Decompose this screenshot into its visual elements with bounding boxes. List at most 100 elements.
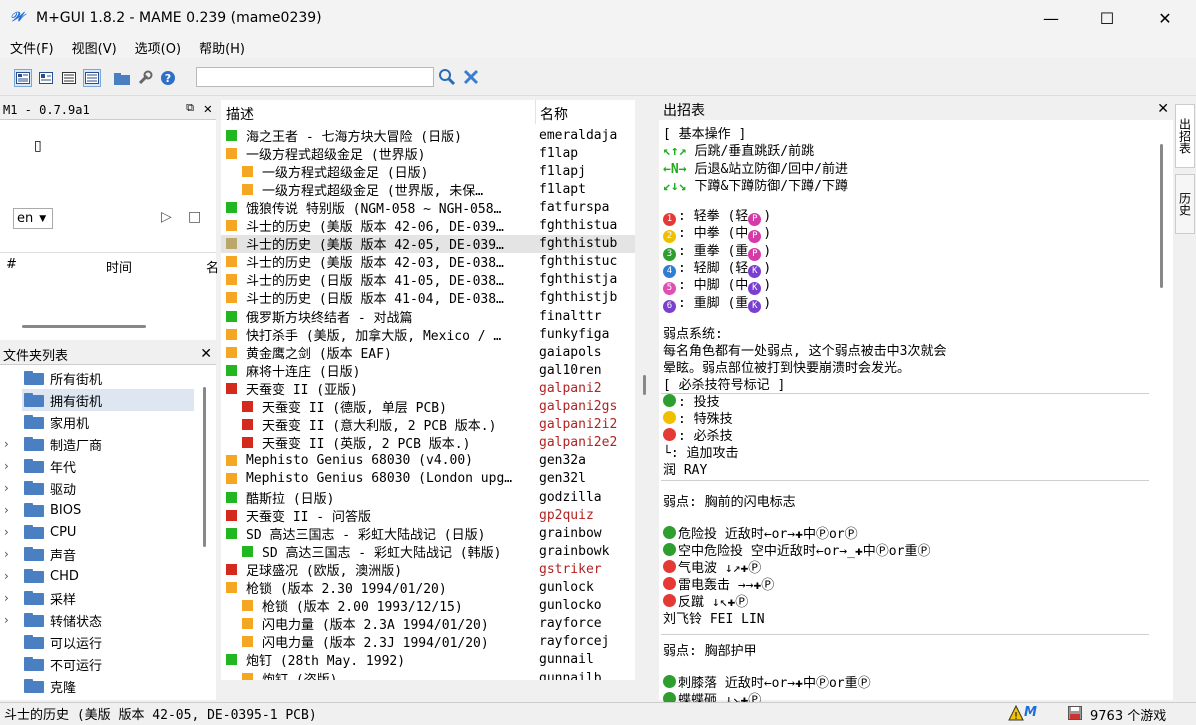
expand-arrow-icon[interactable]: › [4,613,20,627]
settings-wrench-icon[interactable] [136,69,154,87]
expand-arrow-icon[interactable]: › [4,569,20,583]
game-row[interactable]: 斗士的历史 (美版 版本 42-05, DE-039… fghthistub [221,234,635,253]
game-row[interactable]: 海之王者 - 七海方块大冒险 (日版) emeraldaja [221,126,635,145]
game-row[interactable]: 黄金鹰之剑 (版本 EAF) gaiapols [221,343,635,362]
minimize-button[interactable]: — [1022,0,1080,36]
game-row[interactable]: 快打杀手 (美版, 加拿大版, Mexico / … funkyfiga [221,325,635,344]
list-view-icon[interactable] [60,69,78,87]
help-icon[interactable]: ? [159,69,177,87]
game-row[interactable]: 足球盛况 (欧版, 澳洲版) gstriker [221,560,635,579]
search-input[interactable] [196,67,434,87]
col-time-header[interactable]: 时间 [106,257,132,276]
folder-item[interactable]: › BIOS [0,499,200,521]
game-row[interactable]: 斗士的历史 (日版 版本 41-05, DE-038… fghthistja [221,271,635,289]
details-view-icon[interactable] [14,69,32,87]
folder-item[interactable]: 可以运行 [0,631,200,653]
game-row[interactable]: Mephisto Genius 68030 (London upg… gen32l [221,470,635,488]
expand-arrow-icon[interactable]: › [4,459,20,473]
close-button[interactable]: ✕ [1136,0,1194,36]
play-icon[interactable]: ▷ [161,209,172,225]
folder-item[interactable]: 拥有街机 [22,389,194,411]
menu-help[interactable]: 帮助(H) [199,38,245,57]
col-description-header[interactable]: 描述 [226,104,254,124]
folder-list-scrollbar[interactable] [203,387,206,547]
large-icon-view-icon[interactable] [37,69,55,87]
game-romname: fatfurspa [539,199,610,215]
m1-panel-close-icon[interactable]: ✕ [204,101,212,117]
game-row[interactable]: 炮钉 (28th May. 1992) gunnail [221,651,635,669]
expand-arrow-icon[interactable]: › [4,503,20,517]
game-row[interactable]: 天蚕变 II (意大利版, 2 PCB 版本.) galpani2i2 [221,416,635,434]
game-row[interactable]: 炮钉 (盗版) gunnailb [221,669,635,680]
folder-item[interactable]: › 声音 [0,543,200,565]
moves-scrollbar[interactable] [1160,144,1163,288]
expand-arrow-icon[interactable]: › [4,547,20,561]
game-description: 天蚕变 II (意大利版, 2 PCB 版本.) [262,419,497,435]
track-list-hscroll[interactable] [22,325,146,328]
game-row[interactable]: 一级方程式超级金足 (日版) f1lapj [221,162,635,181]
folder-item[interactable]: › 年代 [0,455,200,477]
moves-close-icon[interactable]: ✕ [1157,101,1169,117]
expand-arrow-icon[interactable]: › [4,481,20,495]
game-row[interactable]: 天蚕变 II (亚版) galpani2 [221,379,635,398]
game-row[interactable]: 斗士的历史 (日版 版本 41-04, DE-038… fghthistjb [221,289,635,307]
game-row[interactable]: 天蚕变 II (英版, 2 PCB 版本.) galpani2e2 [221,434,635,452]
col-name-header[interactable]: 名称 [540,104,568,124]
game-row[interactable]: 闪电力量 (版本 2.3J 1994/01/20) rayforcej [221,633,635,651]
stop-icon[interactable]: □ [188,209,201,225]
folder-item[interactable]: › 采样 [0,587,200,609]
folder-item[interactable]: › CPU [0,521,200,543]
menu-view[interactable]: 视图(V) [72,38,117,57]
folder-icon[interactable] [113,69,131,87]
splitter-handle[interactable] [643,375,646,395]
title-bar: 𝒲 M+GUI 1.8.2 - MAME 0.239 (mame0239) — … [0,0,1196,36]
game-description: 闪电力量 (版本 2.3A 1994/01/20) [262,618,489,634]
game-row[interactable]: 一级方程式超级金足 (世界版, 未保… f1lapt [221,180,635,199]
game-row[interactable]: 枪锁 (版本 2.00 1993/12/15) gunlocko [221,597,635,615]
undock-icon[interactable]: ⧉ [186,101,194,115]
game-row[interactable]: Mephisto Genius 68030 (v4.00) gen32a [221,452,635,470]
game-row[interactable]: 天蚕变 II - 问答版 gp2quiz [221,506,635,525]
menu-options[interactable]: 选项(O) [135,38,181,57]
direction-text: 后退&站立防御/回中/前进 [694,161,848,177]
game-row[interactable]: 枪锁 (版本 2.30 1994/01/20) gunlock [221,579,635,597]
game-row[interactable]: 酷斯拉 (日版) godzilla [221,488,635,507]
folder-panel-close-icon[interactable]: ✕ [200,346,212,362]
folder-item[interactable]: › 制造厂商 [0,433,200,455]
folder-item[interactable]: 克隆 [0,675,200,697]
folder-item[interactable]: › CHD [0,565,200,587]
col-extra-header[interactable]: 名 [206,257,219,276]
expand-arrow-icon[interactable]: › [4,437,20,451]
game-row[interactable]: 天蚕变 II (德版, 单层 PCB) galpani2gs [221,398,635,416]
game-row[interactable]: 斗士的历史 (美版 版本 42-03, DE-038… fghthistuc [221,253,635,271]
left-pane: M1 - 0.7.9a1 ⧉ ✕ ▯ en ▼ ▷ □ # 时间 名 文件夹列表… [0,100,219,700]
game-row[interactable]: 闪电力量 (版本 2.3A 1994/01/20) rayforce [221,615,635,633]
game-row[interactable]: 斗士的历史 (美版 版本 42-06, DE-039… fghthistua [221,217,635,235]
expand-arrow-icon[interactable]: › [4,525,20,539]
language-select[interactable]: en ▼ [13,208,53,229]
game-romname: rayforcej [539,634,610,650]
folder-item[interactable]: › 转储状态 [0,609,200,631]
folder-item[interactable]: 不可运行 [0,653,200,675]
col-number-header[interactable]: # [6,257,17,272]
game-row[interactable]: SD 高达三国志 - 彩虹大陆战记 (韩版) grainbowk [221,542,635,561]
grouped-view-icon[interactable] [83,69,101,87]
magnifier-icon[interactable] [438,68,456,86]
column-divider[interactable] [535,100,536,124]
game-description: 足球盛况 (欧版, 澳洲版) [246,563,403,579]
game-row[interactable]: 饿狼传说 特别版 (NGM-058 ~ NGH-058… fatfurspa [221,198,635,217]
folder-item[interactable]: 所有街机 [0,367,200,389]
tab-moves[interactable]: 出招表 [1175,104,1195,168]
clear-x-icon[interactable] [462,68,480,86]
expand-arrow-icon[interactable]: › [4,591,20,605]
game-row[interactable]: 麻将十连庄 (日版) gal10ren [221,361,635,380]
game-row[interactable]: SD 高达三国志 - 彩虹大陆战记 (日版) grainbow [221,524,635,543]
tab-history[interactable]: 历史 [1175,174,1195,234]
maximize-button[interactable]: ☐ [1078,0,1136,36]
folder-item[interactable]: 家用机 [0,411,200,433]
folder-item[interactable]: › 驱动 [0,477,200,499]
game-row[interactable]: 俄罗斯方块终结者 - 对战篇 finalttr [221,307,635,326]
game-row[interactable]: 一级方程式超级金足 (世界版) f1lap [221,144,635,163]
menu-file[interactable]: 文件(F) [10,38,54,57]
game-romname: gen32a [539,453,586,469]
